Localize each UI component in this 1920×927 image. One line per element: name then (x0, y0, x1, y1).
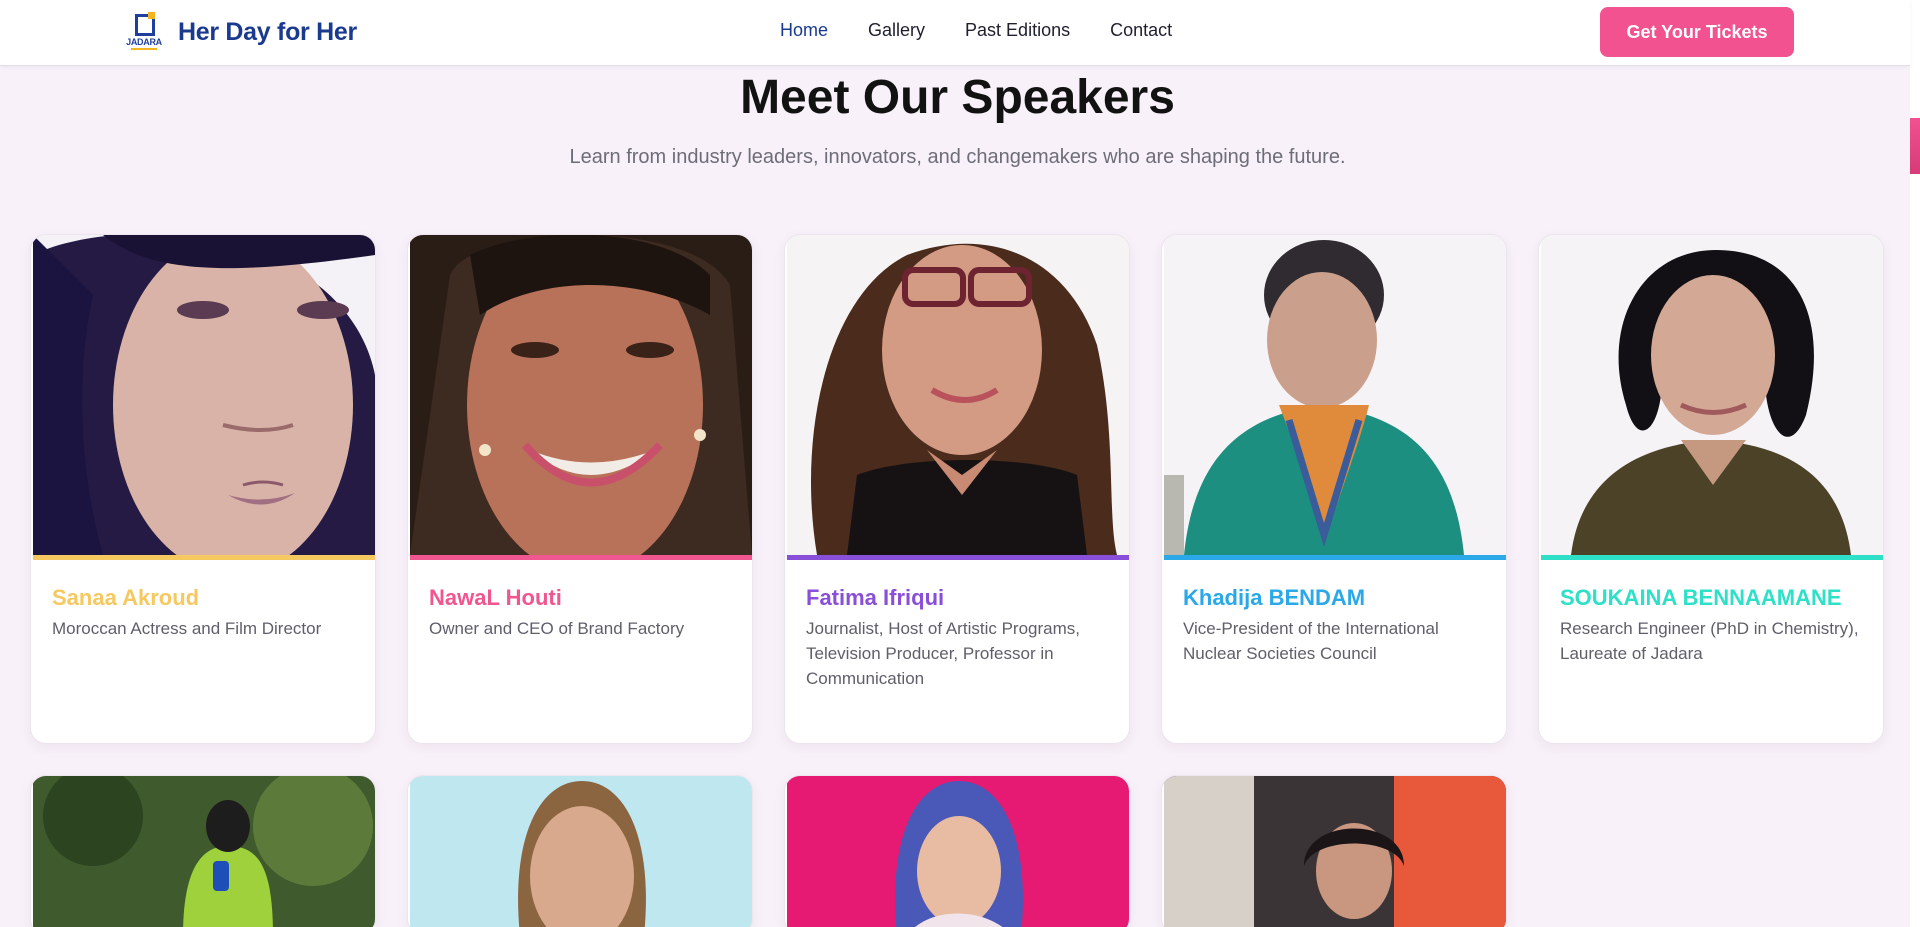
nav-past-editions[interactable]: Past Editions (965, 20, 1070, 41)
speaker-name: SOUKAINA BENNAAMANE (1560, 585, 1842, 610)
get-tickets-button[interactable]: Get Your Tickets (1600, 7, 1794, 57)
speaker-photo (33, 776, 375, 927)
speaker-photo (1164, 776, 1506, 927)
speaker-role: Journalist, Host of Artistic Programs, T… (806, 619, 1080, 688)
speaker-card[interactable]: Sanaa Akroud Moroccan Actress and Film D… (30, 234, 376, 744)
speaker-name: Sanaa Akroud (52, 585, 200, 610)
speaker-photo (33, 235, 375, 555)
card-accent-bar (787, 555, 1129, 560)
speaker-card[interactable]: Khadija BENDAM Vice-President of the Int… (1161, 234, 1507, 744)
speaker-card[interactable]: Fatima Ifriqui Journalist, Host of Artis… (784, 234, 1130, 744)
speaker-card[interactable]: SOUKAINA BENNAAMANE Research Engineer (P… (1538, 234, 1884, 744)
nav-home[interactable]: Home (780, 20, 828, 41)
brand[interactable]: JADARA Her Day for Her (124, 12, 357, 52)
speaker-role: Vice-President of the International Nucl… (1183, 619, 1439, 663)
speaker-photo (787, 776, 1129, 927)
section-subtitle: Learn from industry leaders, innovators,… (569, 146, 1346, 168)
speaker-name: NawaL Houti (429, 585, 562, 610)
speaker-photo (410, 776, 752, 927)
speaker-card[interactable] (407, 775, 753, 927)
speaker-name: Fatima Ifriqui (806, 585, 945, 610)
speaker-photo (1164, 235, 1506, 555)
speaker-photo (410, 235, 752, 555)
brand-name: Her Day for Her (178, 17, 357, 46)
speaker-card[interactable] (784, 775, 1130, 927)
nav-contact[interactable]: Contact (1110, 20, 1172, 41)
speaker-role: Moroccan Actress and Film Director (52, 619, 322, 638)
card-accent-bar (1164, 555, 1506, 560)
card-accent-bar (410, 555, 752, 560)
speaker-photo (787, 235, 1129, 555)
jadara-logo-icon: JADARA (124, 12, 164, 52)
section-title: Meet Our Speakers (740, 71, 1175, 124)
speaker-photo (1541, 235, 1883, 555)
speaker-role: Owner and CEO of Brand Factory (429, 619, 685, 638)
scrollbar[interactable] (1910, 0, 1920, 927)
speaker-card[interactable] (30, 775, 376, 927)
logo-text: JADARA (126, 37, 162, 47)
card-accent-bar (1541, 555, 1883, 560)
nav-gallery[interactable]: Gallery (868, 20, 925, 41)
speaker-name: Khadija BENDAM (1183, 585, 1366, 610)
navbar: JADARA Her Day for Her Home Gallery Past… (0, 0, 1910, 66)
speaker-role: Research Engineer (PhD in Chemistry), La… (1560, 619, 1859, 663)
speaker-card[interactable] (1161, 775, 1507, 927)
card-accent-bar (33, 555, 375, 560)
main-nav: Home Gallery Past Editions Contact (780, 20, 1172, 41)
speaker-card[interactable]: NawaL Houti Owner and CEO of Brand Facto… (407, 234, 753, 744)
